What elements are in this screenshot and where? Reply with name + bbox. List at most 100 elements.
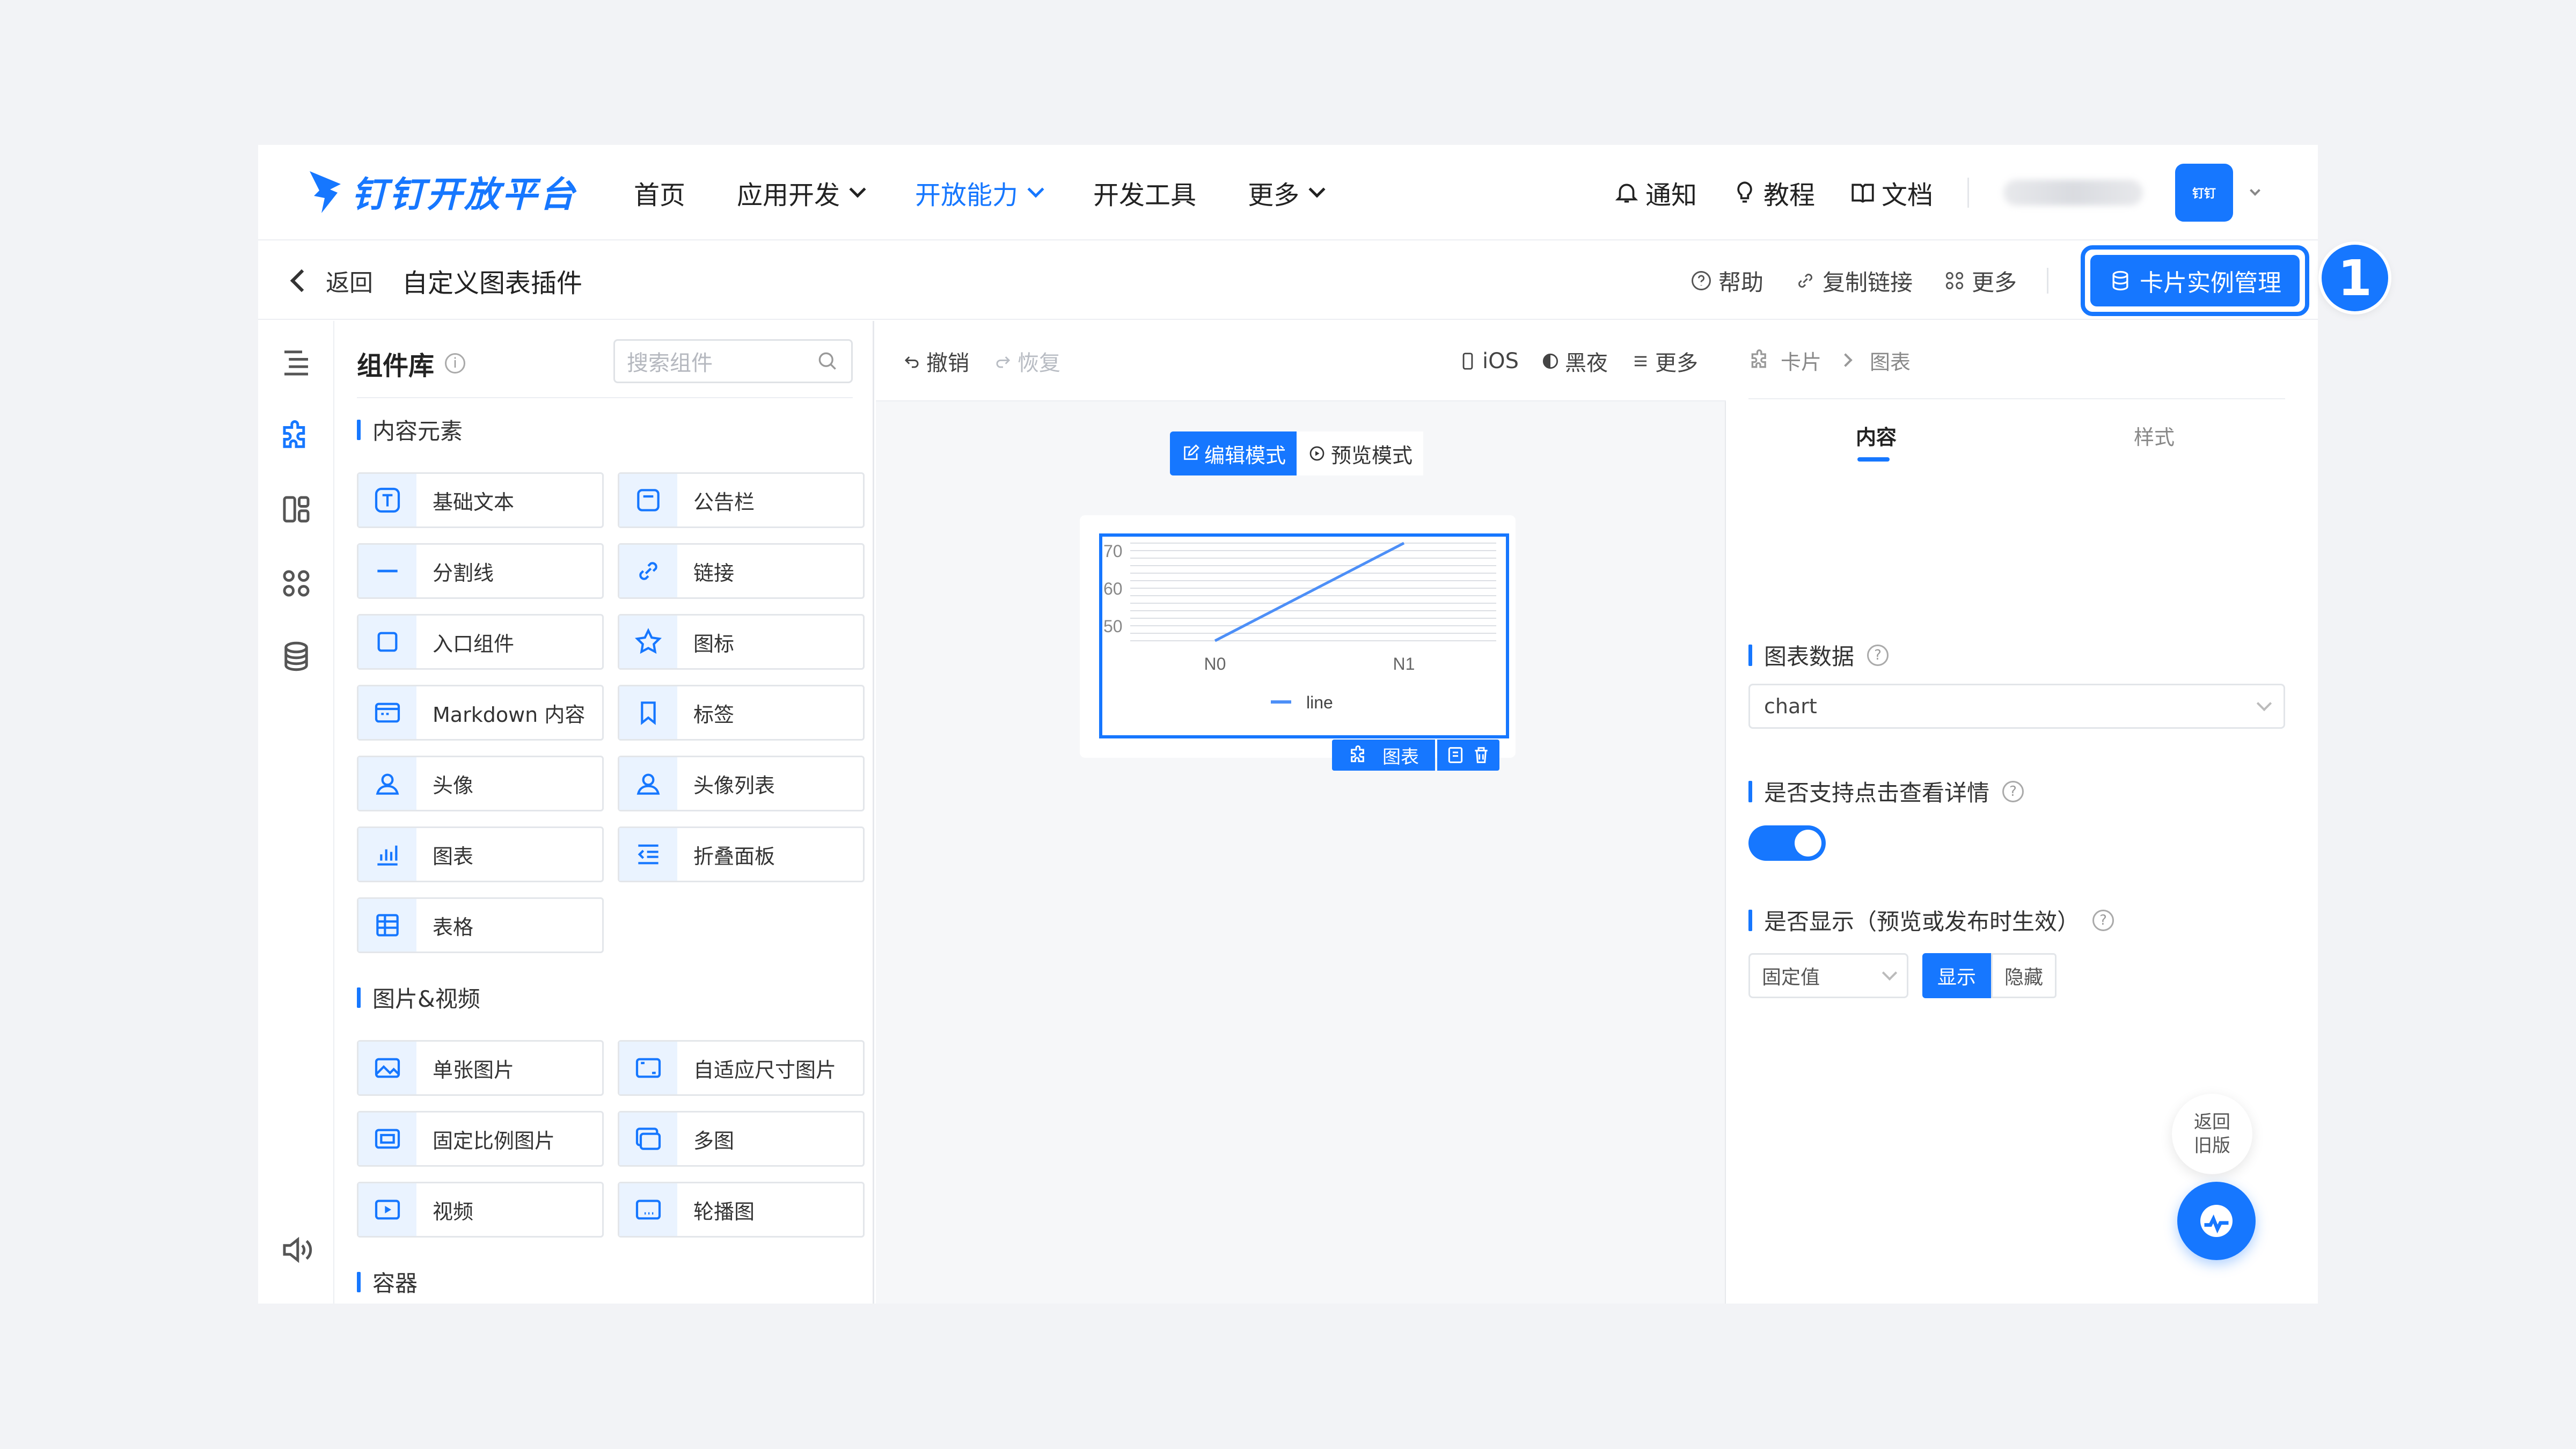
back-to-old-version-button[interactable]: 返回 旧版: [2172, 1094, 2252, 1174]
nav-right: 通知 教程 文档 钉钉: [1613, 145, 2318, 240]
nav-divider: [1967, 178, 1969, 208]
show-option[interactable]: 显示: [1922, 953, 1992, 998]
nav-app-dev[interactable]: 应用开发: [737, 174, 866, 211]
component-notice-board[interactable]: 公告栏: [618, 472, 865, 528]
speaker-icon[interactable]: [279, 1232, 314, 1268]
component-collapse-panel[interactable]: 折叠面板: [618, 826, 865, 882]
y-tick-label: 60: [1103, 579, 1123, 598]
puzzle-icon[interactable]: [279, 419, 314, 454]
redo-button[interactable]: 恢复: [993, 321, 1060, 401]
section-content-elements: 内容元素: [357, 413, 463, 446]
nav-dev-tools[interactable]: 开发工具: [1093, 174, 1196, 211]
notify-link[interactable]: 通知: [1613, 174, 1697, 211]
display-mode-value: 固定值: [1762, 967, 1820, 989]
chevron-down-icon[interactable]: [2250, 185, 2260, 196]
tab-content[interactable]: 内容: [1856, 421, 1897, 450]
undo-button[interactable]: 撤销: [902, 321, 969, 401]
help-button[interactable]: 帮助: [1689, 265, 1763, 297]
component-basic-text[interactable]: 基础文本: [357, 472, 604, 528]
nav-more[interactable]: 更多: [1248, 174, 1326, 211]
database-icon[interactable]: [279, 639, 314, 674]
trash-icon[interactable]: [1470, 744, 1492, 766]
copy-link-button[interactable]: 复制链接: [1794, 265, 1913, 297]
preview-mode-button[interactable]: 预览模式: [1297, 431, 1424, 475]
search-input[interactable]: 搜索组件: [613, 339, 853, 383]
chart-component-selected[interactable]: 50 60 70 N0 N1 line: [1099, 533, 1509, 738]
edit-mode-button[interactable]: 编辑模式: [1170, 431, 1297, 475]
docs-link[interactable]: 文档: [1849, 174, 1933, 211]
tab-style[interactable]: 样式: [2134, 421, 2175, 450]
breadcrumb-chart[interactable]: 图表: [1870, 346, 1911, 375]
component-label: 固定比例图片: [433, 1129, 555, 1153]
puzzle-icon: [1351, 745, 1364, 763]
copy-icon[interactable]: [1445, 744, 1466, 766]
help-icon[interactable]: ?: [2092, 909, 2114, 931]
component-tag[interactable]: 标签: [618, 685, 865, 741]
back-old-line-1: 返回: [2194, 1111, 2230, 1133]
outline-icon[interactable]: [279, 345, 314, 380]
component-markdown[interactable]: Markdown 内容: [357, 685, 604, 741]
help-icon[interactable]: ?: [2002, 780, 2024, 802]
component-actions: [1437, 740, 1499, 771]
ios-label: iOS: [1482, 349, 1519, 374]
dark-mode-button[interactable]: 黑夜: [1540, 321, 1608, 401]
help-icon[interactable]: ?: [1867, 644, 1889, 666]
component-icon[interactable]: 图标: [618, 614, 865, 670]
user-name[interactable]: [2003, 180, 2143, 206]
component-entry[interactable]: 入口组件: [357, 614, 604, 670]
assistant-icon: [2200, 1205, 2233, 1237]
component-multi-image[interactable]: 多图: [618, 1111, 865, 1167]
library-header: 组件库 i 搜索组件: [335, 321, 874, 399]
info-icon[interactable]: i: [445, 353, 466, 374]
highlight-frame: 卡片实例管理: [2081, 245, 2309, 316]
avatar[interactable]: 钉钉: [2175, 164, 2233, 222]
component-label: 分割线: [433, 561, 494, 585]
back-button[interactable]: 返回: [287, 241, 373, 320]
nav-open-capability[interactable]: 开放能力: [915, 174, 1044, 211]
nav-home[interactable]: 首页: [634, 174, 685, 211]
card-instance-manage-button[interactable]: 卡片实例管理: [2090, 255, 2300, 306]
component-fixed-ratio-image[interactable]: 固定比例图片: [357, 1111, 604, 1167]
selected-component-name[interactable]: 图表: [1332, 740, 1435, 771]
component-table[interactable]: 表格: [357, 897, 604, 953]
avatar-text: 钉钉: [2192, 187, 2216, 201]
component-video[interactable]: 视频: [357, 1182, 604, 1238]
back-old-line-2: 旧版: [2194, 1135, 2230, 1157]
library-title-text: 组件库: [357, 351, 435, 381]
chevron-left-icon: [290, 269, 313, 292]
chart-data-select[interactable]: chart: [1748, 684, 2285, 729]
component-label: 图标: [693, 632, 735, 656]
component-avatar-list[interactable]: 头像列表: [618, 756, 865, 811]
component-divider[interactable]: 分割线: [357, 543, 604, 599]
component-label: 入口组件: [433, 632, 515, 656]
help-circle-icon: [1691, 271, 1711, 290]
line-chart: 50 60 70 N0 N1 line: [1103, 541, 1496, 712]
component-avatar[interactable]: 头像: [357, 756, 604, 811]
component-chart[interactable]: 图表: [357, 826, 604, 882]
display-mode-select[interactable]: 固定值: [1748, 953, 1908, 998]
tutorial-link[interactable]: 教程: [1731, 174, 1815, 211]
component-single-image[interactable]: 单张图片: [357, 1040, 604, 1096]
component-adaptive-image[interactable]: 自适应尺寸图片: [618, 1040, 865, 1096]
x-tick-label: N1: [1393, 654, 1415, 674]
editor-canvas: 撤销 恢复 iOS 黑夜 更多 编辑模式 预览模式 50 60 70 N0 N1…: [876, 321, 1726, 1304]
component-link[interactable]: 链接: [618, 543, 865, 599]
carousel-icon: [619, 1183, 677, 1236]
divider: [1748, 398, 2285, 399]
click-detail-toggle[interactable]: [1748, 825, 1826, 861]
app-window: 钉钉开放平台 首页 应用开发 开放能力 开发工具 更多 通知 教程 文档 钉钉 …: [258, 145, 2318, 1304]
apps-icon[interactable]: [279, 566, 314, 601]
assistant-button[interactable]: [2177, 1182, 2256, 1260]
canvas-toolbar: 撤销 恢复 iOS 黑夜 更多: [876, 321, 1726, 401]
logo[interactable]: 钉钉开放平台: [306, 157, 577, 226]
component-label: Markdown 内容: [433, 702, 586, 727]
more-button[interactable]: 更多: [1943, 265, 2017, 297]
component-carousel[interactable]: 轮播图: [618, 1182, 865, 1238]
layout-icon[interactable]: [279, 492, 314, 527]
breadcrumb-card[interactable]: 卡片: [1781, 346, 1821, 375]
breadcrumb: 卡片 图表: [1748, 321, 1911, 399]
canvas-more-button[interactable]: 更多: [1630, 321, 1698, 401]
active-tab-indicator: [1857, 457, 1890, 462]
hide-option[interactable]: 隐藏: [1991, 953, 2057, 998]
ios-device-button[interactable]: iOS: [1458, 321, 1519, 401]
